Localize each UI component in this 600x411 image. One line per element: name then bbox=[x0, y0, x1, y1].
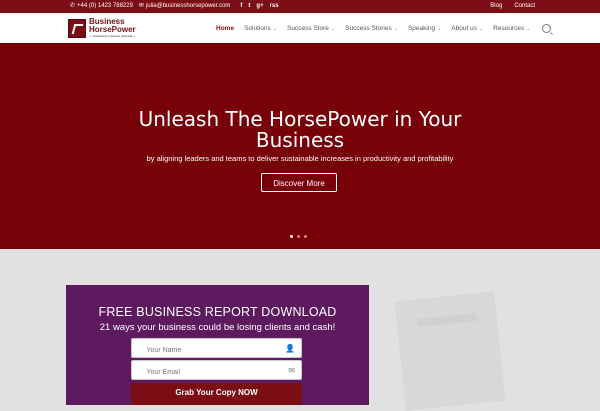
discover-more-button[interactable]: Discover More bbox=[261, 173, 337, 192]
nav-success-stories[interactable]: Success Stories ⌄ bbox=[345, 25, 398, 32]
phone-icon: ✆ bbox=[70, 3, 76, 9]
chevron-down-icon: ⌄ bbox=[330, 25, 336, 32]
chevron-down-icon: ⌄ bbox=[478, 25, 484, 32]
logo[interactable]: Business HorsePower — unleashing busines… bbox=[68, 17, 136, 39]
slider-dot[interactable] bbox=[297, 235, 300, 238]
search-icon[interactable] bbox=[542, 23, 552, 33]
slider-dot[interactable] bbox=[290, 235, 293, 238]
nav-success-store[interactable]: Success Store ⌄ bbox=[287, 25, 335, 32]
optin-panel: FREE BUSINESS REPORT DOWNLOAD 21 ways yo… bbox=[66, 285, 369, 405]
social-links: f t g+ rss bbox=[240, 0, 278, 13]
email[interactable]: ✉ julia@businesshorsepower.com bbox=[139, 0, 231, 13]
email-field[interactable]: ✉ bbox=[131, 360, 302, 382]
mail-icon: ✉ bbox=[288, 366, 295, 375]
chevron-down-icon: ⌄ bbox=[437, 25, 442, 32]
optin-title: FREE BUSINESS REPORT DOWNLOAD bbox=[98, 305, 337, 319]
nav-speaking[interactable]: Speaking ⌄ bbox=[408, 25, 441, 32]
phone[interactable]: ✆ +44 (0) 1423 788229 bbox=[70, 0, 133, 13]
email-input[interactable] bbox=[140, 363, 293, 382]
main-nav: Home Solutions ⌄ Success Store ⌄ Success S… bbox=[216, 13, 552, 43]
main-header: Business HorsePower — unleashing busines… bbox=[0, 13, 600, 43]
chevron-down-icon: ⌄ bbox=[272, 25, 278, 32]
chevron-down-icon: ⌄ bbox=[393, 25, 398, 32]
name-input[interactable] bbox=[140, 341, 293, 360]
hero-title: Unleash The HorsePower in Your Business bbox=[138, 107, 462, 152]
optin-subtitle: 21 ways your business could be losing cl… bbox=[99, 322, 336, 333]
twitter-icon[interactable]: t bbox=[248, 0, 250, 13]
top-bar: ✆ +44 (0) 1423 788229 ✉ julia@businesshors… bbox=[0, 0, 600, 13]
hero-subtitle: by aligning leaders and teams to deliver… bbox=[146, 154, 454, 163]
top-link-contact[interactable]: Contact bbox=[514, 0, 535, 13]
slider-dot[interactable] bbox=[304, 235, 307, 238]
top-link-blog[interactable]: Blog bbox=[490, 0, 502, 13]
logo-icon bbox=[68, 18, 86, 38]
user-icon: 👤 bbox=[285, 344, 295, 353]
hero-slider: Unleash The HorsePower in Your Business b… bbox=[0, 43, 600, 249]
nav-about-us[interactable]: About us ⌄ bbox=[451, 25, 483, 32]
report-cover-image bbox=[394, 291, 506, 411]
mail-icon: ✉ bbox=[138, 3, 144, 9]
name-field[interactable]: 👤 bbox=[131, 338, 302, 360]
nav-home[interactable]: Home bbox=[216, 25, 234, 32]
grab-copy-button[interactable]: Grab Your Copy NOW bbox=[131, 383, 302, 405]
rss-icon[interactable]: rss bbox=[270, 0, 279, 13]
google-plus-icon[interactable]: g+ bbox=[256, 0, 263, 13]
slider-dots bbox=[290, 235, 307, 238]
nav-solutions[interactable]: Solutions ⌄ bbox=[244, 25, 277, 32]
nav-resources[interactable]: Resources ⌄ bbox=[493, 25, 530, 32]
chevron-down-icon: ⌄ bbox=[526, 25, 531, 32]
facebook-icon[interactable]: f bbox=[240, 0, 242, 13]
